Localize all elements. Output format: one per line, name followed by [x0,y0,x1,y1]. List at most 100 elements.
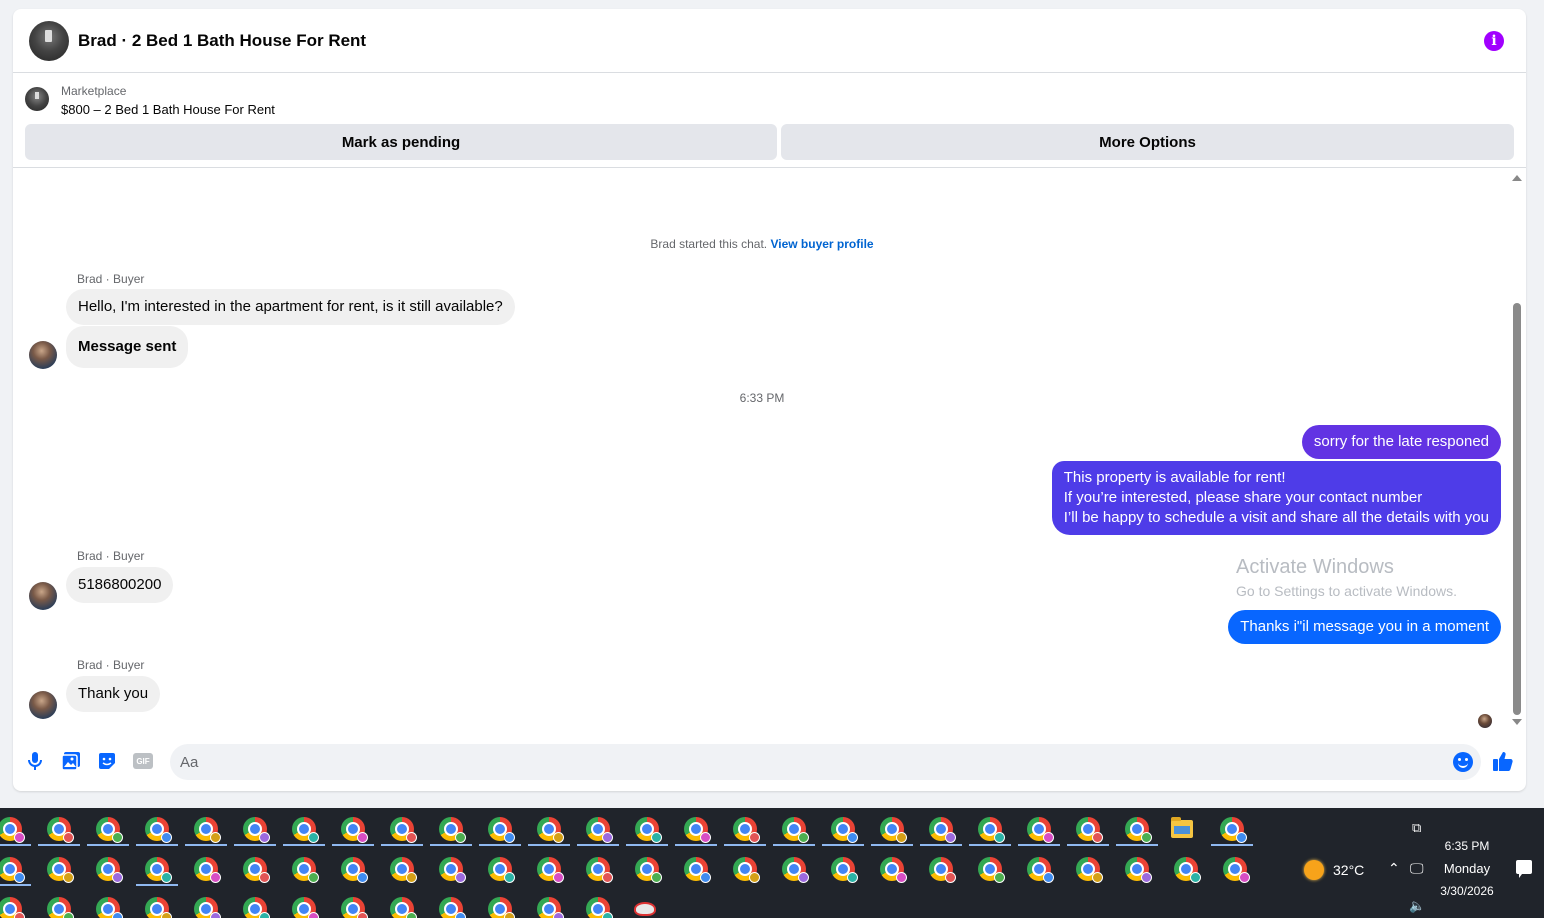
listing-name[interactable]: $800 – 2 Bed 1 Bath House For Rent [61,102,275,117]
chrome-taskbar-icon[interactable] [929,857,956,883]
chrome-taskbar-icon[interactable] [1027,857,1054,883]
chrome-taskbar-icon[interactable] [145,857,172,883]
more-options-button[interactable]: More Options [781,124,1514,160]
clock-time[interactable]: 6:35 PM [1436,839,1498,853]
emoji-icon[interactable] [1453,752,1473,772]
chrome-taskbar-icon[interactable] [978,857,1005,883]
chrome-taskbar-icon[interactable] [782,817,809,843]
mark-as-pending-button[interactable]: Mark as pending [25,124,777,160]
chrome-taskbar-icon[interactable] [929,817,956,843]
chrome-taskbar-icon[interactable] [390,857,417,883]
chrome-taskbar-icon[interactable] [47,857,74,883]
chrome-taskbar-icon[interactable] [733,857,760,883]
chrome-taskbar-icon[interactable] [243,897,270,918]
chrome-taskbar-icon[interactable] [635,857,662,883]
chrome-taskbar-icon[interactable] [0,857,25,883]
chrome-taskbar-icon[interactable] [1027,817,1054,843]
app-taskbar-icon[interactable] [634,902,656,916]
message-input[interactable] [170,744,1481,780]
incoming-message[interactable]: 5186800200 [66,567,174,603]
chrome-taskbar-icon[interactable] [341,817,368,843]
chrome-taskbar-icon[interactable] [0,817,25,843]
chrome-taskbar-icon[interactable] [782,857,809,883]
info-icon[interactable]: i [1484,31,1504,51]
network-icon[interactable]: 🖵 [1410,860,1424,877]
chrome-taskbar-icon[interactable] [292,897,319,918]
sticker-icon[interactable] [96,750,118,772]
chrome-taskbar-icon[interactable] [96,857,123,883]
chrome-taskbar-icon[interactable] [488,897,515,918]
chrome-taskbar-icon[interactable] [1223,857,1250,883]
buyer-avatar[interactable] [29,691,57,719]
scroll-up-arrow-icon[interactable] [1512,175,1522,181]
outgoing-message[interactable]: This property is available for rent! If … [1051,461,1501,535]
chrome-taskbar-icon[interactable] [47,897,74,918]
chrome-taskbar-icon[interactable] [1174,857,1201,883]
chrome-taskbar-icon[interactable] [390,817,417,843]
chevron-up-icon[interactable]: ⌃ [1388,860,1400,877]
chrome-taskbar-icon[interactable] [537,897,564,918]
chrome-taskbar-icon[interactable] [586,817,613,843]
weather-temperature[interactable]: 32°C [1333,862,1364,878]
chrome-taskbar-icon[interactable] [194,897,221,918]
chrome-taskbar-icon[interactable] [145,897,172,918]
chrome-taskbar-icon[interactable] [978,817,1005,843]
meet-now-icon[interactable]: ⧉ [1412,820,1421,836]
chrome-taskbar-icon[interactable] [194,857,221,883]
outgoing-message[interactable]: sorry for the late responed [1301,425,1501,459]
chrome-taskbar-icon[interactable] [439,897,466,918]
buyer-avatar[interactable] [29,582,57,610]
gif-icon[interactable]: GIF [132,750,154,772]
chrome-taskbar-icon[interactable] [243,857,270,883]
chrome-taskbar-icon[interactable] [586,897,613,918]
chrome-taskbar-icon[interactable] [439,817,466,843]
chrome-taskbar-icon[interactable] [635,817,662,843]
listing-avatar[interactable] [29,20,69,61]
chrome-taskbar-icon[interactable] [1125,857,1152,883]
scroll-down-arrow-icon[interactable] [1512,719,1522,725]
chrome-taskbar-icon[interactable] [733,817,760,843]
chrome-taskbar-icon[interactable] [684,817,711,843]
chrome-taskbar-icon[interactable] [1220,817,1247,843]
buyer-avatar[interactable] [29,341,57,369]
chrome-taskbar-icon[interactable] [0,897,25,918]
incoming-message[interactable]: Thank you [66,676,161,712]
chrome-taskbar-icon[interactable] [292,857,319,883]
chrome-taskbar-icon[interactable] [145,817,172,843]
chrome-taskbar-icon[interactable] [1125,817,1152,843]
incoming-message[interactable]: Hello, I'm interested in the apartment f… [66,289,515,325]
chrome-taskbar-icon[interactable] [390,897,417,918]
chrome-taskbar-icon[interactable] [880,857,907,883]
listing-thumbnail[interactable] [25,87,49,111]
chrome-taskbar-icon[interactable] [96,817,123,843]
chrome-taskbar-icon[interactable] [1076,817,1103,843]
photo-icon[interactable] [60,750,82,772]
chrome-taskbar-icon[interactable] [831,857,858,883]
chrome-taskbar-icon[interactable] [1076,857,1103,883]
thumbs-up-icon[interactable] [1492,750,1514,772]
chrome-taskbar-icon[interactable] [537,817,564,843]
chrome-taskbar-icon[interactable] [243,817,270,843]
outgoing-message[interactable]: Thanks i"il message you in a moment [1228,610,1501,644]
view-buyer-profile-link[interactable]: View buyer profile [770,237,873,251]
volume-icon[interactable]: 🔈 [1409,898,1425,914]
chrome-taskbar-icon[interactable] [341,897,368,918]
chat-title[interactable]: Brad · 2 Bed 1 Bath House For Rent [78,31,366,51]
scrollbar-thumb[interactable] [1513,303,1521,715]
chrome-taskbar-icon[interactable] [439,857,466,883]
chrome-taskbar-icon[interactable] [341,857,368,883]
file-explorer-icon[interactable] [1171,817,1193,838]
chrome-taskbar-icon[interactable] [684,857,711,883]
chrome-taskbar-icon[interactable] [194,817,221,843]
chrome-taskbar-icon[interactable] [292,817,319,843]
chrome-taskbar-icon[interactable] [586,857,613,883]
chrome-taskbar-icon[interactable] [96,897,123,918]
notification-icon[interactable] [1516,860,1532,878]
chrome-taskbar-icon[interactable] [488,817,515,843]
chrome-taskbar-icon[interactable] [47,817,74,843]
chrome-taskbar-icon[interactable] [488,857,515,883]
weather-sun-icon[interactable] [1304,860,1324,880]
chrome-taskbar-icon[interactable] [880,817,907,843]
microphone-icon[interactable] [24,750,46,772]
clock-day[interactable]: Monday [1436,861,1498,876]
